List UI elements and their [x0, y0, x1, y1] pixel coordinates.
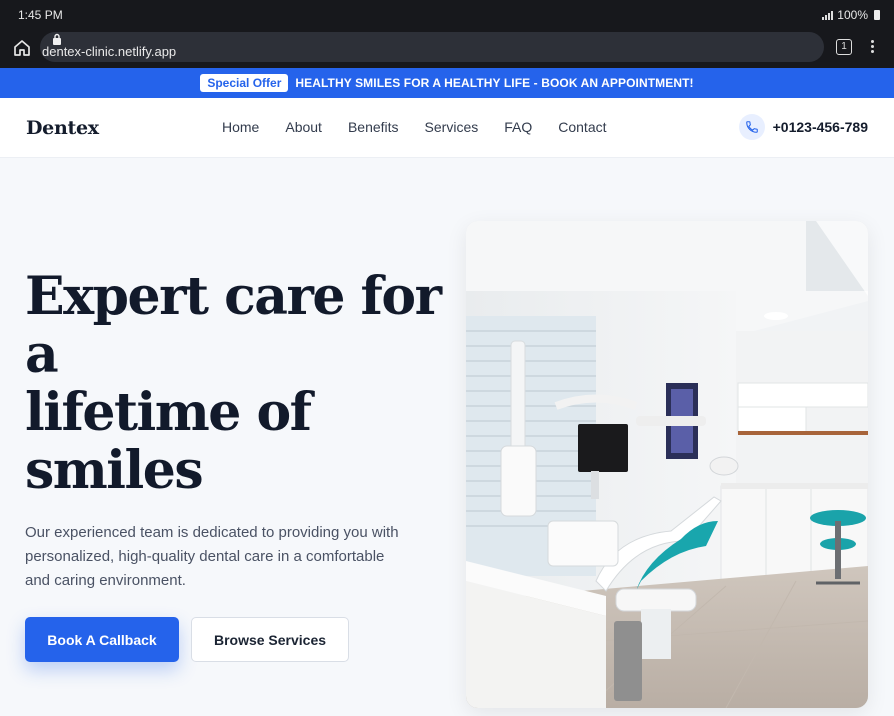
book-callback-button[interactable]: Book A Callback: [25, 617, 179, 662]
browser-toolbar: dentex-clinic.netlify.app 1: [0, 28, 894, 68]
hero-title-line: smiles: [25, 440, 204, 501]
nav-contact[interactable]: Contact: [558, 119, 606, 135]
announcement-bar: Special Offer HEALTHY SMILES FOR A HEALT…: [0, 68, 894, 98]
special-offer-badge: Special Offer: [200, 74, 289, 92]
status-bar: 1:45 PM 100%: [0, 0, 894, 28]
nav-services[interactable]: Services: [425, 119, 479, 135]
main-nav: Home About Benefits Services FAQ Contact: [222, 119, 607, 135]
hero-description: Our experienced team is dedicated to pro…: [25, 521, 445, 593]
site-logo[interactable]: Dentex: [26, 117, 99, 139]
hero-description-line: and caring environment.: [25, 572, 186, 589]
hero-title-line: Expert care for: [25, 266, 442, 327]
battery-icon: [874, 10, 880, 20]
battery-percent: 100%: [837, 8, 868, 22]
clinic-illustration: [466, 221, 868, 708]
more-vert-icon[interactable]: [866, 38, 878, 58]
url-text[interactable]: dentex-clinic.netlify.app: [42, 44, 176, 59]
signal-icon: [822, 10, 834, 20]
hero-description-line: Our experienced team is dedicated to pro…: [25, 524, 399, 541]
hero-title-line: lifetime of: [25, 382, 312, 443]
nav-home[interactable]: Home: [222, 119, 259, 135]
status-right: 100%: [822, 8, 880, 22]
clinic-photo: [466, 221, 868, 708]
site-header: Dentex Home About Benefits Services FAQ …: [0, 98, 894, 158]
status-time: 1:45 PM: [18, 8, 63, 22]
announcement-text: HEALTHY SMILES FOR A HEALTHY LIFE - BOOK…: [295, 76, 694, 90]
nav-faq[interactable]: FAQ: [504, 119, 532, 135]
phone-contact[interactable]: +0123-456-789: [738, 114, 868, 140]
phone-number[interactable]: +0123-456-789: [773, 119, 868, 135]
hero-title: Expert care for a lifetime of smiles: [25, 268, 455, 500]
phone-icon: [738, 114, 765, 140]
nav-benefits[interactable]: Benefits: [348, 119, 399, 135]
tabs-icon[interactable]: 1: [836, 39, 852, 55]
home-icon[interactable]: [12, 38, 32, 58]
address-bar[interactable]: dentex-clinic.netlify.app: [40, 32, 824, 62]
browse-services-button[interactable]: Browse Services: [191, 617, 349, 662]
nav-about[interactable]: About: [285, 119, 322, 135]
hero-title-line: a: [25, 324, 59, 385]
hero-description-line: personalized, high-quality dental care i…: [25, 548, 385, 565]
